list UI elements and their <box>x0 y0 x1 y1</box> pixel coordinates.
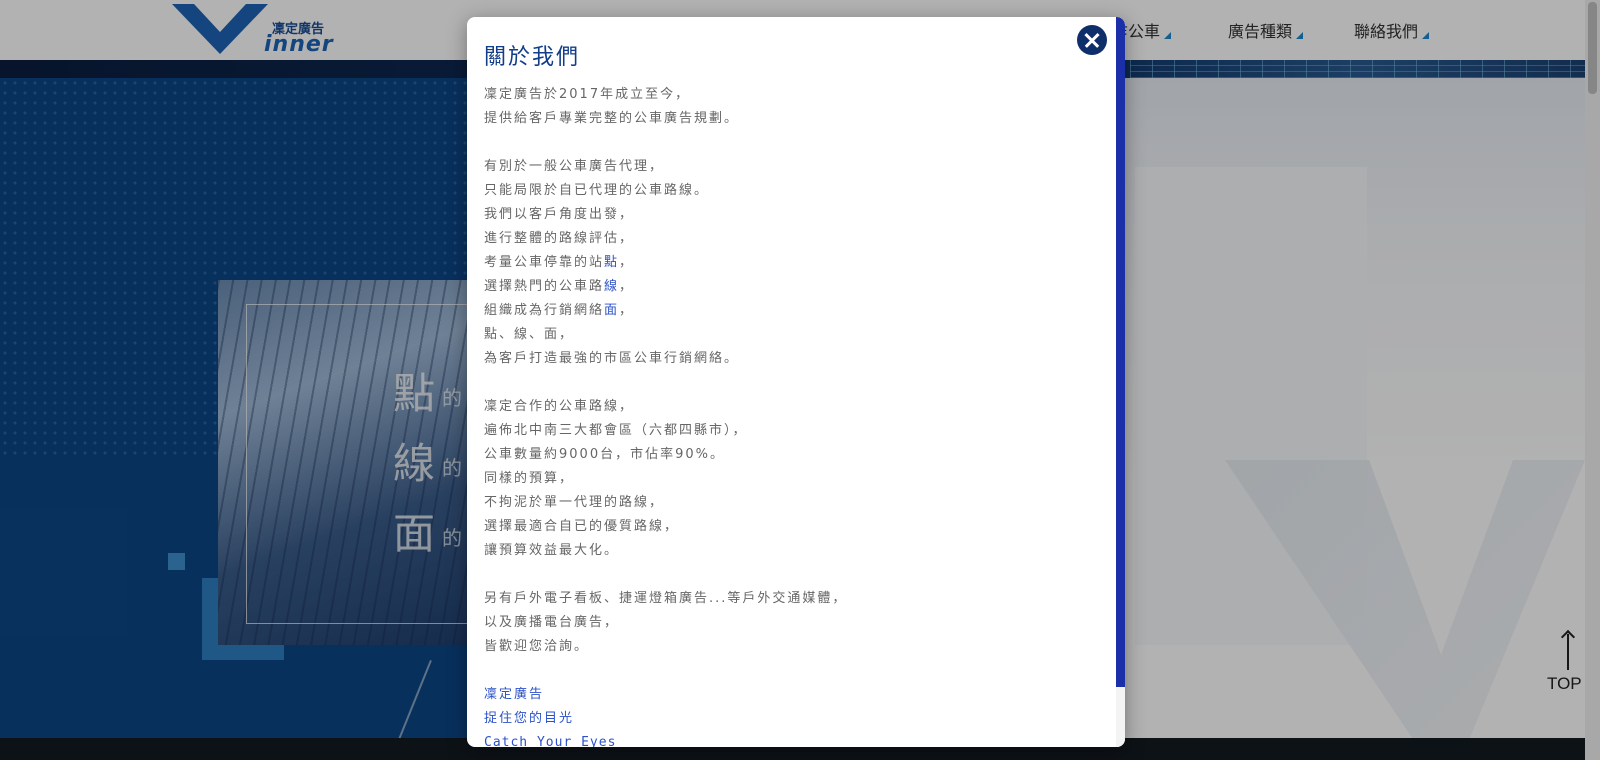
content-line: 同樣的預算， <box>484 471 575 486</box>
content-text: 考量公車停靠的站 <box>484 255 605 270</box>
content-line: 提供給客戶專業完整的公車廣告規劃。 <box>484 111 740 126</box>
content-line: 以及廣播電台廣告， <box>484 615 620 630</box>
content-line: 有別於一般公車廣告代理， <box>484 159 665 174</box>
content-line: 讓預算效益最大化。 <box>484 543 620 558</box>
content-line-station: 考量公車停靠的站點， <box>484 251 1084 275</box>
content-line: 凜定廣告於2017年成立至今， <box>484 87 691 102</box>
content-line: 皆歡迎您洽詢。 <box>484 639 590 654</box>
content-line: 不拘泥於單一代理的路線， <box>484 495 665 510</box>
modal-scrollbar-thumb[interactable] <box>1116 17 1125 687</box>
content-line: 遍佈北中南三大都會區（六都四縣市）， <box>484 423 748 438</box>
highlight-line: 線 <box>604 279 620 294</box>
comma: ， <box>619 279 635 294</box>
comma: ， <box>619 303 635 318</box>
content-text: 組織成為行銷網絡 <box>484 303 605 318</box>
about-us-modal: 關於我們 凜定廣告於2017年成立至今， 提供給客戶專業完整的公車廣告規劃。 有… <box>467 17 1125 747</box>
content-line: 進行整體的路線評估， <box>484 231 635 246</box>
content-line: 為客戶打造最強的市區公車行銷網絡。 <box>484 351 740 366</box>
content-text: 選擇熱門的公車路 <box>484 279 605 294</box>
signature-company: 凜定廣告 <box>484 687 545 702</box>
signature-slogan-cn: 捉住您的目光 <box>484 711 575 726</box>
content-line: 公車數量約9000台，市佔率90%。 <box>484 447 725 462</box>
content-line-route: 選擇熱門的公車路線， <box>484 275 1084 299</box>
highlight-surface: 面 <box>604 303 620 318</box>
comma: ， <box>619 255 635 270</box>
modal-title: 關於我們 <box>484 45 581 70</box>
modal-content: 凜定廣告於2017年成立至今， 提供給客戶專業完整的公車廣告規劃。 有別於一般公… <box>484 83 1084 747</box>
content-line: 選擇最適合自已的優質路線， <box>484 519 680 534</box>
content-line: 另有戶外電子看板、捷運燈箱廣告...等戶外交通媒體， <box>484 591 848 606</box>
signature-slogan-en: Catch Your Eyes <box>484 735 617 747</box>
highlight-point: 點 <box>604 255 620 270</box>
close-icon[interactable] <box>1077 25 1107 55</box>
content-line: 只能局限於自已代理的公車路線。 <box>484 183 710 198</box>
content-line: 凜定合作的公車路線， <box>484 399 635 414</box>
content-line: 點、線、面， <box>484 327 575 342</box>
content-line: 我們以客戶角度出發， <box>484 207 635 222</box>
content-line-network: 組織成為行銷網絡面， <box>484 299 1084 323</box>
